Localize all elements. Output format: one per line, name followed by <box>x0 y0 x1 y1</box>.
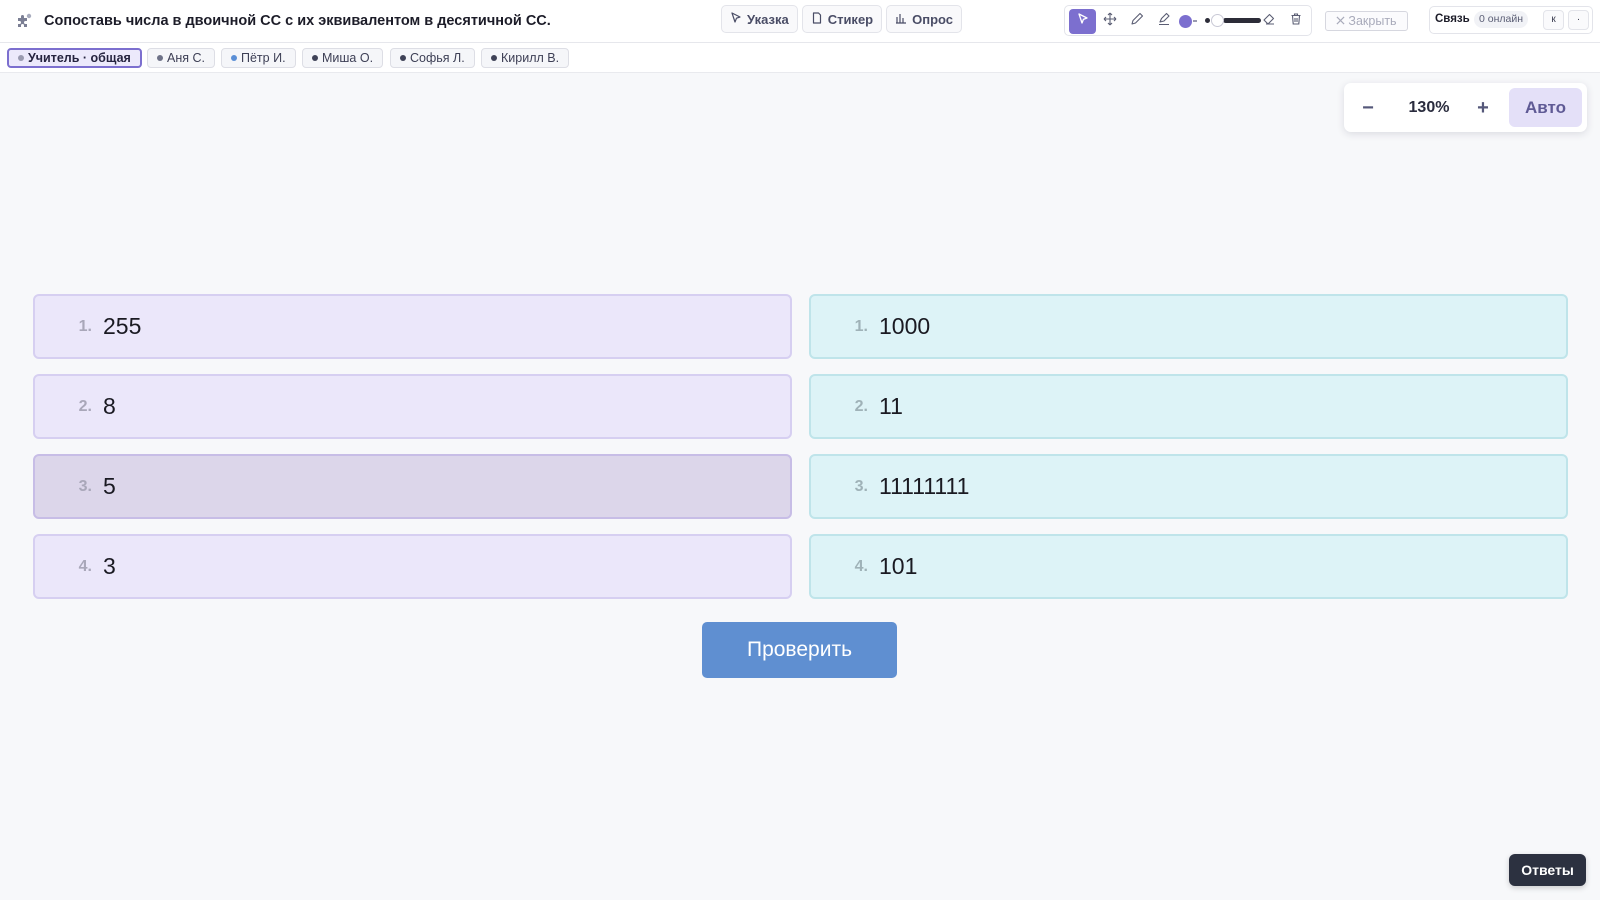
zoom-auto-button[interactable]: Авто <box>1509 88 1582 127</box>
item-number: 1. <box>78 317 92 335</box>
item-number: 2. <box>854 397 868 415</box>
item-text: 101 <box>879 553 918 579</box>
check-button[interactable]: Проверить <box>702 622 897 678</box>
tab-anya[interactable]: Аня С. <box>147 48 215 68</box>
pencil-tool[interactable] <box>1123 9 1150 34</box>
close-button-label: Закрыть <box>1348 14 1397 28</box>
sticker-button[interactable]: Стикер <box>801 5 883 33</box>
connection-panel: Связь 0 онлайн к · <box>1429 6 1593 34</box>
tab-dot <box>400 55 406 61</box>
eraser-icon <box>1262 12 1276 31</box>
chevron-down-icon <box>1193 20 1197 22</box>
pointer-tool[interactable] <box>1069 9 1096 34</box>
move-icon <box>1103 12 1117 31</box>
left-item-2[interactable]: 2. 8 <box>33 374 792 439</box>
answers-button[interactable]: Ответы <box>1509 854 1586 886</box>
right-item-1[interactable]: 1. 1000 <box>809 294 1568 359</box>
sticker-button-label: Стикер <box>827 11 874 27</box>
item-text: 11 <box>879 393 903 419</box>
close-icon <box>1336 14 1345 28</box>
puzzle-icon <box>14 11 34 31</box>
close-button[interactable]: Закрыть <box>1325 11 1408 31</box>
pointer-icon <box>1076 12 1090 31</box>
drawing-toolbar <box>1064 5 1312 36</box>
right-item-2[interactable]: 2. 11 <box>809 374 1568 439</box>
online-count-badge: 0 онлайн <box>1474 11 1529 28</box>
tab-dot <box>157 55 163 61</box>
tab-label: Миша О. <box>322 51 374 65</box>
left-item-4[interactable]: 4. 3 <box>33 534 792 599</box>
highlighter-tool[interactable] <box>1150 9 1177 34</box>
tab-dot <box>231 55 237 61</box>
tab-label: Аня С. <box>167 51 205 65</box>
item-number: 4. <box>854 557 868 575</box>
tab-label: Пётр И. <box>241 51 286 65</box>
item-number: 4. <box>78 557 92 575</box>
teacher-tools: Указка Стикер Опрос <box>721 5 963 33</box>
item-text: 5 <box>103 473 116 499</box>
hint-button[interactable]: Указка <box>721 5 798 33</box>
connection-label: Связь <box>1435 13 1470 25</box>
tab-label: Учитель · общая <box>28 51 131 65</box>
zoom-out-button[interactable]: − <box>1353 93 1383 123</box>
tab-kirill[interactable]: Кирилл В. <box>481 48 570 68</box>
right-item-3[interactable]: 3. 11111111 <box>809 454 1568 519</box>
tab-label: Софья Л. <box>410 51 465 65</box>
tab-dot <box>312 55 318 61</box>
eraser-tool[interactable] <box>1255 9 1282 34</box>
top-bar: Сопоставь числа в двоичной СС с их эквив… <box>0 0 1600 43</box>
poll-button-label: Опрос <box>912 11 954 27</box>
zoom-level: 130% <box>1408 99 1450 116</box>
zoom-controls: − 130% + Авто <box>1344 83 1587 132</box>
zoom-in-button[interactable]: + <box>1468 93 1498 123</box>
trash-icon <box>1289 12 1303 31</box>
connection-button-2[interactable]: · <box>1568 10 1589 30</box>
tab-petr[interactable]: Пётр И. <box>221 48 296 68</box>
right-item-4[interactable]: 4. 101 <box>809 534 1568 599</box>
item-number: 3. <box>78 477 92 495</box>
left-item-1[interactable]: 1. 255 <box>33 294 792 359</box>
tab-sofia[interactable]: Софья Л. <box>390 48 475 68</box>
sticker-icon <box>811 11 823 27</box>
student-tabs: Учитель · общая Аня С. Пётр И. Миша О. С… <box>0 43 1600 73</box>
hint-button-label: Указка <box>747 11 789 27</box>
item-number: 1. <box>854 317 868 335</box>
item-text: 1000 <box>879 313 931 339</box>
cursor-icon <box>730 11 742 27</box>
highlighter-icon <box>1157 12 1171 31</box>
item-number: 3. <box>854 477 868 495</box>
clear-tool[interactable] <box>1282 9 1309 34</box>
tab-misha[interactable]: Миша О. <box>302 48 384 68</box>
size-dot <box>1205 18 1210 23</box>
item-text: 8 <box>103 393 116 419</box>
left-item-3[interactable]: 3. 5 <box>33 454 792 519</box>
color-picker[interactable] <box>1179 15 1192 28</box>
bar-chart-icon <box>895 12 907 27</box>
item-text: 3 <box>103 553 116 579</box>
tab-teacher[interactable]: Учитель · общая <box>7 48 142 68</box>
tab-dot <box>18 55 24 61</box>
pencil-icon <box>1130 12 1144 31</box>
tab-dot <box>491 55 497 61</box>
page-title: Сопоставь числа в двоичной СС с их эквив… <box>44 13 551 29</box>
tab-label: Кирилл В. <box>501 51 560 65</box>
connection-button-1[interactable]: к <box>1543 10 1564 30</box>
move-tool[interactable] <box>1096 9 1123 34</box>
item-text: 255 <box>103 313 142 339</box>
item-text: 11111111 <box>879 473 970 499</box>
poll-button[interactable]: Опрос <box>886 5 963 33</box>
size-knob[interactable] <box>1211 14 1224 27</box>
item-number: 2. <box>78 397 92 415</box>
